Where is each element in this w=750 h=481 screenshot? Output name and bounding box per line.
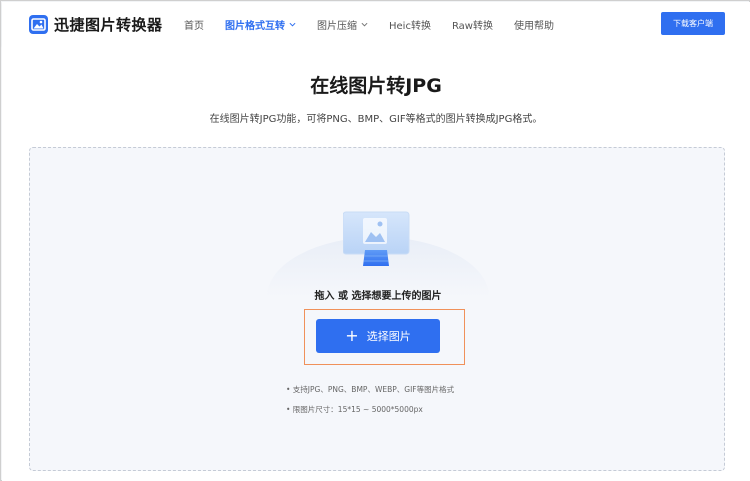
nav-format-convert[interactable]: 图片格式互转 (225, 17, 296, 32)
chevron-down-icon (361, 22, 368, 27)
nav-heic[interactable]: Heic转换 (389, 17, 431, 32)
upload-dropzone[interactable]: 拖入 或 选择想要上传的图片 + 选择图片 • 支持JPG、PNG、BMP、WE… (29, 147, 725, 471)
note-formats: • 支持JPG、PNG、BMP、WEBP、GIF等图片格式 (286, 385, 455, 394)
select-image-button[interactable]: + 选择图片 (316, 319, 440, 353)
upload-notes: • 支持JPG、PNG、BMP、WEBP、GIF等图片格式 • 限图片尺寸：15… (286, 380, 454, 420)
note-size-limit: • 限图片尺寸：15*15 ~ 5000*5000px (286, 405, 423, 414)
nav-home[interactable]: 首页 (184, 17, 204, 32)
nav-label: Heic转换 (389, 21, 431, 32)
nav-help[interactable]: 使用帮助 (514, 17, 554, 32)
nav-compress[interactable]: 图片压缩 (317, 17, 368, 32)
download-client-button[interactable]: 下载客户端 (661, 12, 725, 35)
nav-label: 图片压缩 (317, 21, 357, 32)
main-nav: 首页 图片格式互转 图片压缩 Heic转换 Raw转换 使用帮助 (184, 17, 575, 32)
nav-label: 首页 (184, 21, 204, 32)
image-upload-icon (343, 211, 410, 266)
drop-instruction: 拖入 或 选择想要上传的图片 (314, 291, 442, 302)
top-header: 迅捷图片转换器 首页 图片格式互转 图片压缩 Heic转换 Raw转换 使用帮助 (2, 2, 750, 46)
page-title: 在线图片转JPG (310, 75, 442, 97)
logo-text: 迅捷图片转换器 (54, 15, 163, 34)
nav-raw[interactable]: Raw转换 (452, 17, 493, 32)
chevron-down-icon (289, 22, 296, 27)
logo[interactable]: 迅捷图片转换器 (29, 14, 163, 34)
window-frame: 迅捷图片转换器 首页 图片格式互转 图片压缩 Heic转换 Raw转换 使用帮助 (0, 0, 750, 481)
plus-icon: + (345, 326, 359, 345)
select-image-label: 选择图片 (366, 330, 411, 343)
nav-label: 使用帮助 (514, 21, 554, 32)
nav-label: Raw转换 (451, 21, 493, 32)
logo-icon (29, 14, 48, 34)
nav-label: 图片格式互转 (225, 21, 285, 32)
main-content: 在线图片转JPG 在线图片转JPG功能，可将PNG、BMP、GIF等格式的图片转… (2, 46, 750, 481)
page-description: 在线图片转JPG功能，可将PNG、BMP、GIF等格式的图片转换成JPG格式。 (209, 114, 543, 125)
